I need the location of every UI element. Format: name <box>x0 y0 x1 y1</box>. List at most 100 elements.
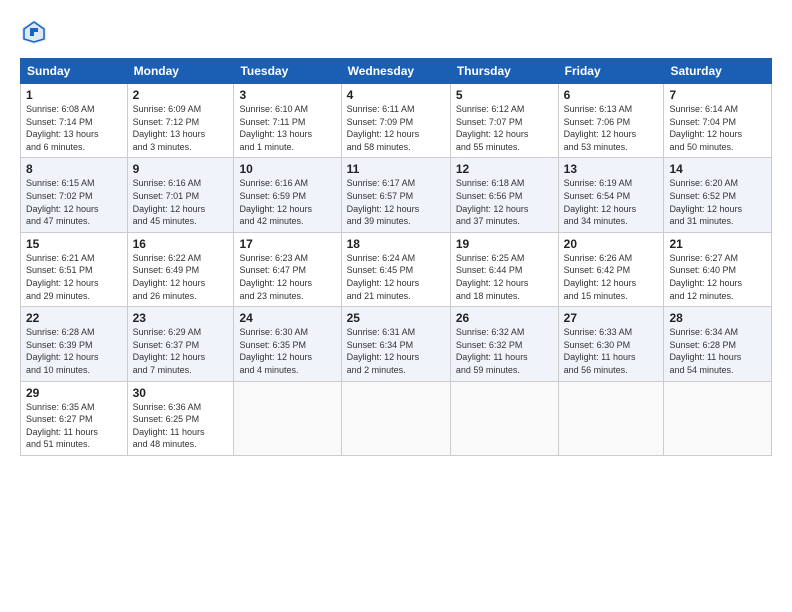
logo <box>20 18 52 46</box>
day-number: 9 <box>133 162 229 176</box>
calendar-cell: 5Sunrise: 6:12 AMSunset: 7:07 PMDaylight… <box>450 84 558 158</box>
calendar-cell: 26Sunrise: 6:32 AMSunset: 6:32 PMDayligh… <box>450 307 558 381</box>
calendar-cell: 7Sunrise: 6:14 AMSunset: 7:04 PMDaylight… <box>664 84 772 158</box>
calendar-header-row: SundayMondayTuesdayWednesdayThursdayFrid… <box>21 59 772 84</box>
calendar-cell: 4Sunrise: 6:11 AMSunset: 7:09 PMDaylight… <box>341 84 450 158</box>
calendar-cell <box>341 381 450 455</box>
day-number: 18 <box>347 237 445 251</box>
day-info: Sunrise: 6:08 AMSunset: 7:14 PMDaylight:… <box>26 103 122 153</box>
calendar-cell <box>450 381 558 455</box>
day-number: 2 <box>133 88 229 102</box>
day-number: 26 <box>456 311 553 325</box>
day-info: Sunrise: 6:22 AMSunset: 6:49 PMDaylight:… <box>133 252 229 302</box>
day-info: Sunrise: 6:12 AMSunset: 7:07 PMDaylight:… <box>456 103 553 153</box>
day-info: Sunrise: 6:20 AMSunset: 6:52 PMDaylight:… <box>669 177 766 227</box>
column-header-saturday: Saturday <box>664 59 772 84</box>
day-number: 7 <box>669 88 766 102</box>
calendar-cell: 19Sunrise: 6:25 AMSunset: 6:44 PMDayligh… <box>450 232 558 306</box>
day-number: 27 <box>564 311 659 325</box>
header <box>20 18 772 46</box>
day-info: Sunrise: 6:18 AMSunset: 6:56 PMDaylight:… <box>456 177 553 227</box>
calendar-week-row: 22Sunrise: 6:28 AMSunset: 6:39 PMDayligh… <box>21 307 772 381</box>
day-info: Sunrise: 6:27 AMSunset: 6:40 PMDaylight:… <box>669 252 766 302</box>
day-info: Sunrise: 6:32 AMSunset: 6:32 PMDaylight:… <box>456 326 553 376</box>
day-number: 20 <box>564 237 659 251</box>
calendar-cell: 23Sunrise: 6:29 AMSunset: 6:37 PMDayligh… <box>127 307 234 381</box>
day-number: 23 <box>133 311 229 325</box>
calendar-cell: 8Sunrise: 6:15 AMSunset: 7:02 PMDaylight… <box>21 158 128 232</box>
calendar-cell: 18Sunrise: 6:24 AMSunset: 6:45 PMDayligh… <box>341 232 450 306</box>
day-number: 10 <box>239 162 335 176</box>
calendar-week-row: 29Sunrise: 6:35 AMSunset: 6:27 PMDayligh… <box>21 381 772 455</box>
day-info: Sunrise: 6:10 AMSunset: 7:11 PMDaylight:… <box>239 103 335 153</box>
day-info: Sunrise: 6:29 AMSunset: 6:37 PMDaylight:… <box>133 326 229 376</box>
calendar-week-row: 15Sunrise: 6:21 AMSunset: 6:51 PMDayligh… <box>21 232 772 306</box>
day-info: Sunrise: 6:28 AMSunset: 6:39 PMDaylight:… <box>26 326 122 376</box>
day-info: Sunrise: 6:17 AMSunset: 6:57 PMDaylight:… <box>347 177 445 227</box>
calendar-cell: 21Sunrise: 6:27 AMSunset: 6:40 PMDayligh… <box>664 232 772 306</box>
day-number: 4 <box>347 88 445 102</box>
day-number: 25 <box>347 311 445 325</box>
calendar-cell: 1Sunrise: 6:08 AMSunset: 7:14 PMDaylight… <box>21 84 128 158</box>
calendar-cell: 29Sunrise: 6:35 AMSunset: 6:27 PMDayligh… <box>21 381 128 455</box>
column-header-monday: Monday <box>127 59 234 84</box>
day-number: 15 <box>26 237 122 251</box>
day-info: Sunrise: 6:30 AMSunset: 6:35 PMDaylight:… <box>239 326 335 376</box>
calendar-cell <box>234 381 341 455</box>
day-number: 21 <box>669 237 766 251</box>
column-header-wednesday: Wednesday <box>341 59 450 84</box>
day-number: 24 <box>239 311 335 325</box>
day-info: Sunrise: 6:33 AMSunset: 6:30 PMDaylight:… <box>564 326 659 376</box>
calendar-cell: 17Sunrise: 6:23 AMSunset: 6:47 PMDayligh… <box>234 232 341 306</box>
calendar-cell: 28Sunrise: 6:34 AMSunset: 6:28 PMDayligh… <box>664 307 772 381</box>
calendar-cell: 10Sunrise: 6:16 AMSunset: 6:59 PMDayligh… <box>234 158 341 232</box>
day-info: Sunrise: 6:14 AMSunset: 7:04 PMDaylight:… <box>669 103 766 153</box>
logo-icon <box>20 18 48 46</box>
calendar-cell: 3Sunrise: 6:10 AMSunset: 7:11 PMDaylight… <box>234 84 341 158</box>
column-header-sunday: Sunday <box>21 59 128 84</box>
day-info: Sunrise: 6:13 AMSunset: 7:06 PMDaylight:… <box>564 103 659 153</box>
day-info: Sunrise: 6:35 AMSunset: 6:27 PMDaylight:… <box>26 401 122 451</box>
day-number: 1 <box>26 88 122 102</box>
calendar-cell: 15Sunrise: 6:21 AMSunset: 6:51 PMDayligh… <box>21 232 128 306</box>
day-number: 29 <box>26 386 122 400</box>
day-number: 8 <box>26 162 122 176</box>
day-number: 12 <box>456 162 553 176</box>
calendar-cell: 22Sunrise: 6:28 AMSunset: 6:39 PMDayligh… <box>21 307 128 381</box>
day-number: 11 <box>347 162 445 176</box>
day-info: Sunrise: 6:36 AMSunset: 6:25 PMDaylight:… <box>133 401 229 451</box>
day-info: Sunrise: 6:09 AMSunset: 7:12 PMDaylight:… <box>133 103 229 153</box>
day-number: 30 <box>133 386 229 400</box>
day-number: 3 <box>239 88 335 102</box>
calendar-cell <box>664 381 772 455</box>
day-number: 5 <box>456 88 553 102</box>
day-info: Sunrise: 6:15 AMSunset: 7:02 PMDaylight:… <box>26 177 122 227</box>
column-header-friday: Friday <box>558 59 664 84</box>
calendar-cell: 20Sunrise: 6:26 AMSunset: 6:42 PMDayligh… <box>558 232 664 306</box>
day-number: 16 <box>133 237 229 251</box>
calendar-cell: 6Sunrise: 6:13 AMSunset: 7:06 PMDaylight… <box>558 84 664 158</box>
day-info: Sunrise: 6:16 AMSunset: 6:59 PMDaylight:… <box>239 177 335 227</box>
day-number: 22 <box>26 311 122 325</box>
day-number: 6 <box>564 88 659 102</box>
day-info: Sunrise: 6:23 AMSunset: 6:47 PMDaylight:… <box>239 252 335 302</box>
calendar-cell: 14Sunrise: 6:20 AMSunset: 6:52 PMDayligh… <box>664 158 772 232</box>
page: SundayMondayTuesdayWednesdayThursdayFrid… <box>0 0 792 612</box>
calendar-cell: 25Sunrise: 6:31 AMSunset: 6:34 PMDayligh… <box>341 307 450 381</box>
day-info: Sunrise: 6:21 AMSunset: 6:51 PMDaylight:… <box>26 252 122 302</box>
calendar-cell: 2Sunrise: 6:09 AMSunset: 7:12 PMDaylight… <box>127 84 234 158</box>
calendar-cell <box>558 381 664 455</box>
day-number: 19 <box>456 237 553 251</box>
day-number: 17 <box>239 237 335 251</box>
calendar-cell: 11Sunrise: 6:17 AMSunset: 6:57 PMDayligh… <box>341 158 450 232</box>
column-header-tuesday: Tuesday <box>234 59 341 84</box>
calendar-cell: 13Sunrise: 6:19 AMSunset: 6:54 PMDayligh… <box>558 158 664 232</box>
day-info: Sunrise: 6:19 AMSunset: 6:54 PMDaylight:… <box>564 177 659 227</box>
day-number: 13 <box>564 162 659 176</box>
day-info: Sunrise: 6:25 AMSunset: 6:44 PMDaylight:… <box>456 252 553 302</box>
calendar-cell: 12Sunrise: 6:18 AMSunset: 6:56 PMDayligh… <box>450 158 558 232</box>
day-info: Sunrise: 6:31 AMSunset: 6:34 PMDaylight:… <box>347 326 445 376</box>
day-info: Sunrise: 6:26 AMSunset: 6:42 PMDaylight:… <box>564 252 659 302</box>
day-info: Sunrise: 6:16 AMSunset: 7:01 PMDaylight:… <box>133 177 229 227</box>
calendar-cell: 9Sunrise: 6:16 AMSunset: 7:01 PMDaylight… <box>127 158 234 232</box>
